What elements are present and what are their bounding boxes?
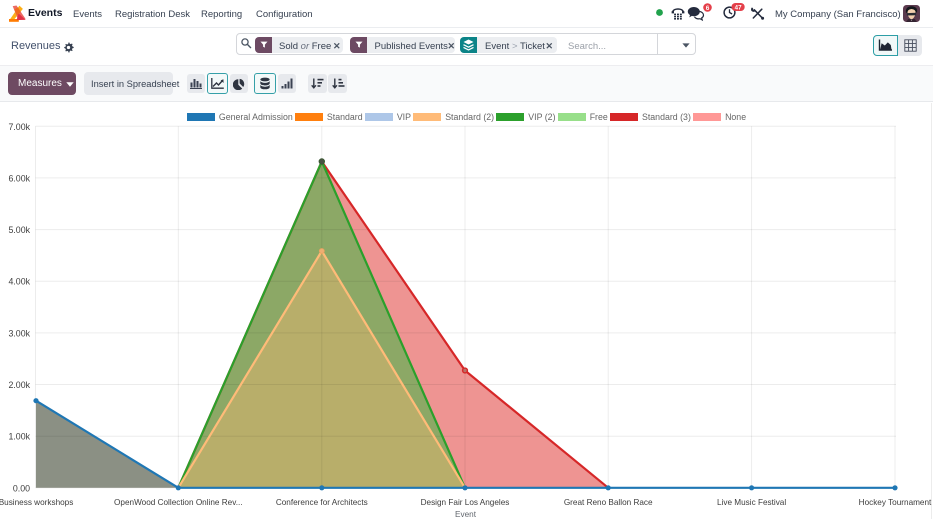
svg-text:3.00k: 3.00k [8, 328, 30, 338]
svg-text:OpenWood Collection Online Rev: OpenWood Collection Online Rev... [114, 498, 243, 507]
svg-text:7.00k: 7.00k [8, 122, 30, 132]
svg-text:Live Music Festival: Live Music Festival [717, 498, 786, 507]
svg-text:2.00k: 2.00k [8, 380, 30, 390]
svg-text:0.00: 0.00 [13, 483, 30, 493]
svg-text:1.00k: 1.00k [8, 432, 30, 442]
svg-text:6.00k: 6.00k [8, 173, 30, 183]
svg-text:6: 6 [706, 5, 710, 12]
svg-text:Design Fair Los Angeles: Design Fair Los Angeles [421, 498, 510, 507]
svg-text:47: 47 [735, 4, 742, 11]
svg-text:5.00k: 5.00k [8, 225, 30, 235]
svg-text:Event: Event [455, 510, 477, 519]
svg-text:4.00k: 4.00k [8, 277, 30, 287]
svg-text:Hockey Tournament: Hockey Tournament [859, 498, 932, 507]
svg-text:Great Reno Ballon Race: Great Reno Ballon Race [564, 498, 653, 507]
svg-text:Conference for Architects: Conference for Architects [276, 498, 368, 507]
svg-text:Business workshops: Business workshops [0, 498, 73, 507]
